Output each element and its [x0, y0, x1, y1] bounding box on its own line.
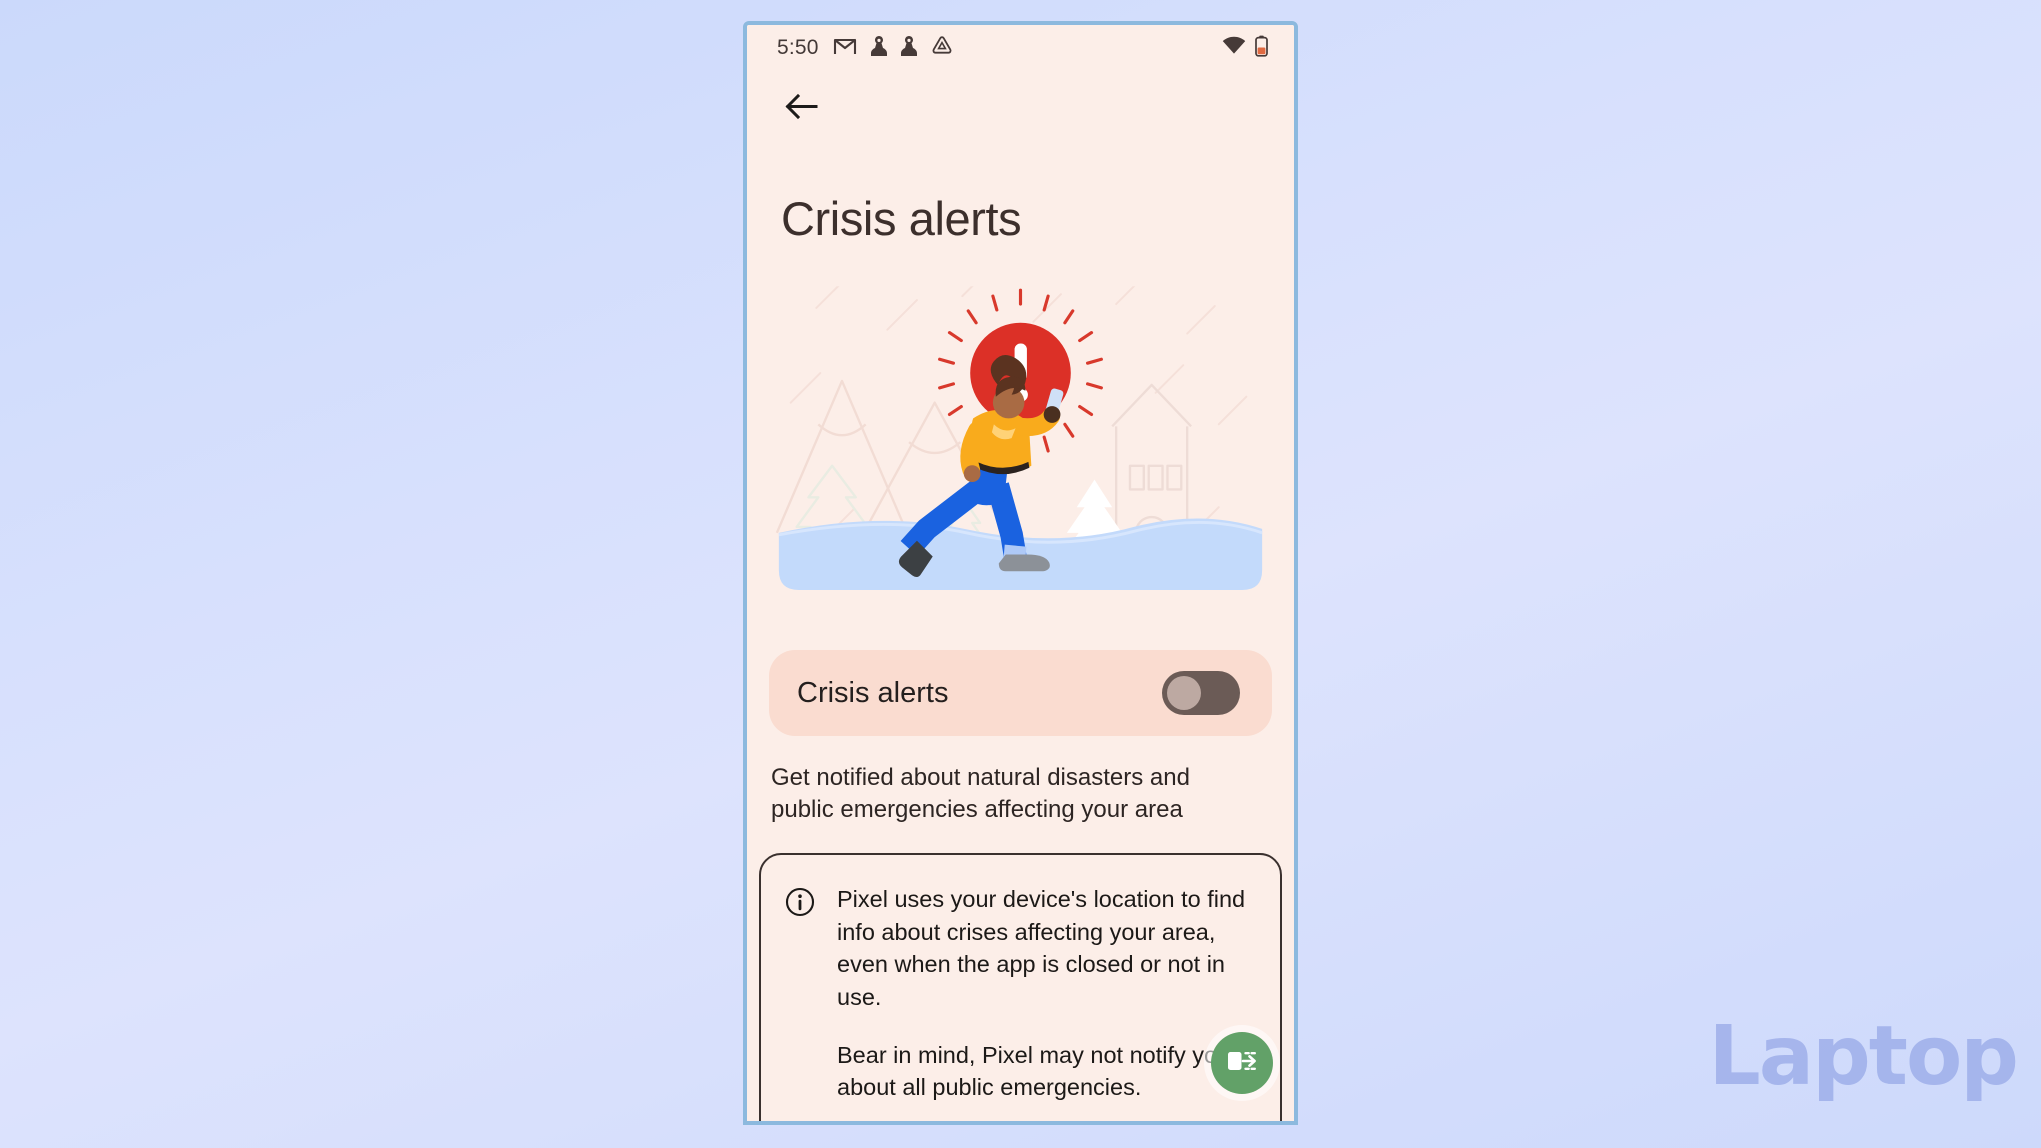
info-circle-icon: [785, 887, 815, 1121]
wifi-icon: [1222, 36, 1246, 60]
toggle-thumb: [1167, 676, 1201, 710]
notification-badge-icon: [900, 35, 917, 62]
phone-frame: 5:50 Crisis alerts Crisis alerts Get not…: [743, 21, 1298, 1125]
screen-cast-button[interactable]: [1211, 1032, 1273, 1094]
notification-badge-icon: [870, 35, 887, 62]
status-clock: 5:50: [777, 36, 819, 59]
back-button[interactable]: [777, 85, 825, 133]
fab-halo: [1204, 1025, 1280, 1101]
arrow-left-icon: [784, 93, 818, 125]
location-info-card: Pixel uses your device's location to fin…: [759, 853, 1282, 1121]
front-shoe: [998, 554, 1050, 572]
crisis-alerts-toggle-row[interactable]: Crisis alerts: [769, 650, 1272, 736]
gmail-icon: [833, 36, 857, 61]
laptop-watermark: Laptop: [1708, 1009, 2019, 1104]
phone-screen: 5:50 Crisis alerts Crisis alerts Get not…: [747, 25, 1294, 1121]
back-arm: [960, 421, 986, 479]
page-title: Crisis alerts: [781, 192, 1022, 245]
status-bar: 5:50: [747, 25, 1294, 71]
drive-triangle-icon: [931, 35, 953, 61]
crisis-alerts-toggle-label: Crisis alerts: [797, 676, 949, 709]
crisis-alerts-description: Get notified about natural disasters and…: [771, 764, 1190, 823]
top-app-bar: [747, 71, 1294, 147]
illustration-canvas: [769, 286, 1272, 612]
info-card-body: Pixel uses your device's location to fin…: [837, 883, 1254, 1121]
crisis-alerts-toggle-switch[interactable]: [1162, 671, 1240, 715]
screen-cast-icon: [1225, 1047, 1259, 1080]
front-hand: [1043, 406, 1061, 423]
info-paragraph-1: Pixel uses your device's location to fin…: [837, 886, 1246, 1010]
info-paragraph-2: Bear in mind, Pixel may not notify you a…: [837, 1042, 1231, 1101]
battery-icon: [1255, 35, 1268, 62]
status-bar-left: 5:50: [777, 35, 953, 62]
back-hand: [963, 465, 981, 483]
crisis-alert-illustration: [769, 284, 1272, 614]
status-bar-right: [1222, 35, 1268, 62]
